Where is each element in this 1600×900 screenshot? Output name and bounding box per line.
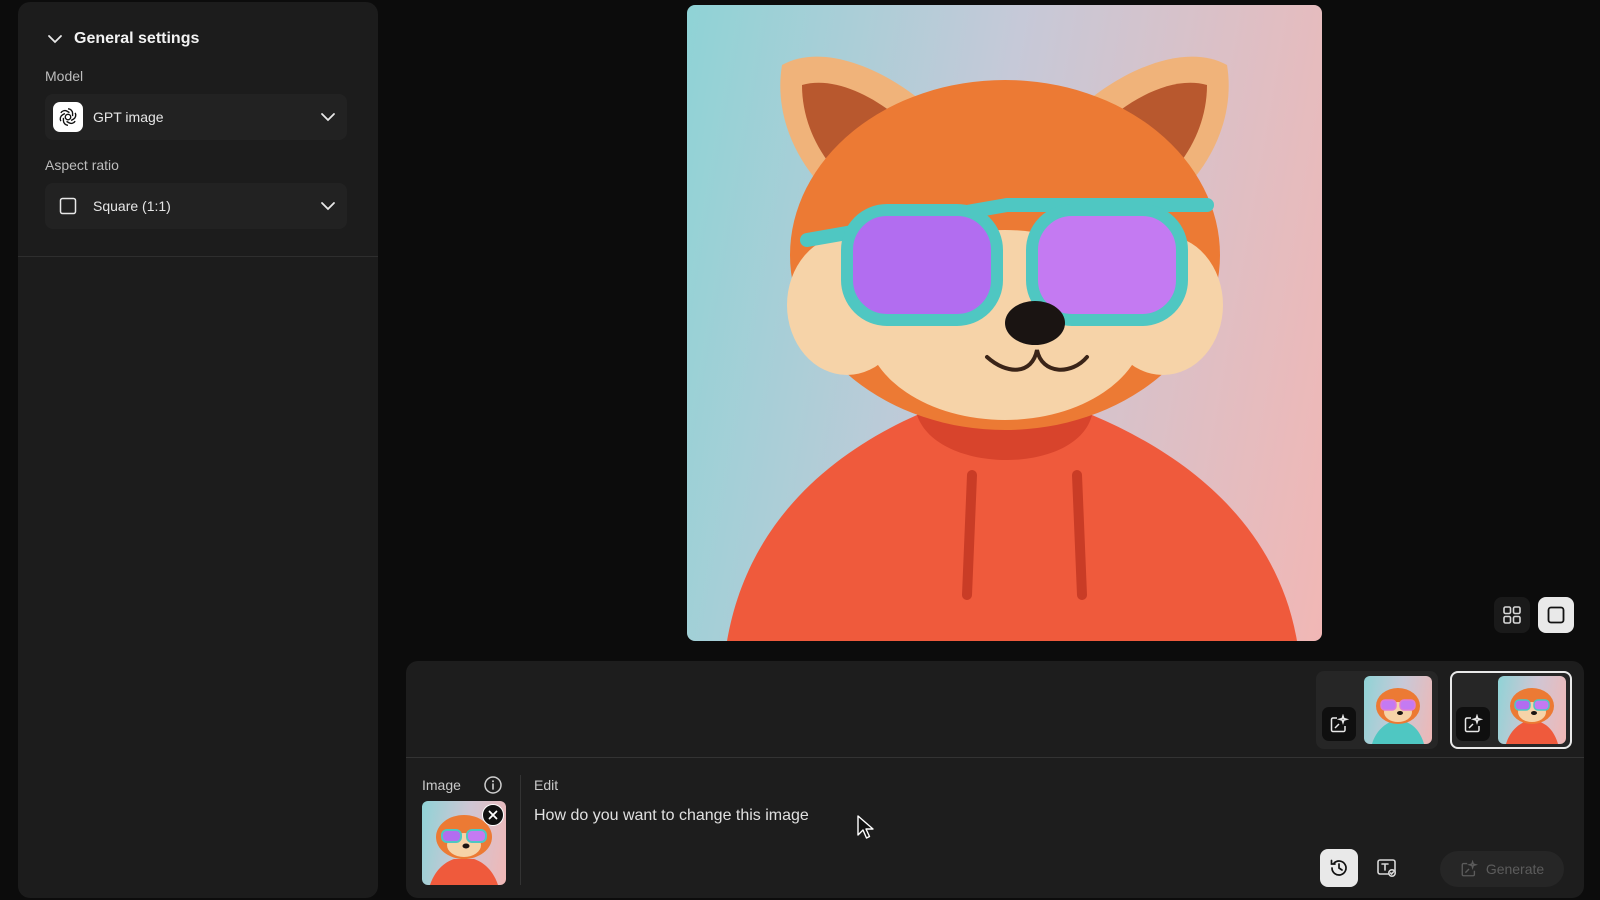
history-item — [1316, 671, 1438, 749]
generate-button[interactable]: Generate — [1440, 851, 1564, 887]
app-root: General settings Model GPT image Aspect … — [0, 0, 1600, 900]
generate-label: Generate — [1485, 861, 1545, 877]
settings-sidebar: General settings Model GPT image Aspect … — [18, 2, 378, 898]
text-style-icon — [1377, 859, 1397, 878]
openai-logo-icon — [53, 102, 83, 132]
sidebar-divider — [18, 256, 378, 257]
edit-image-button[interactable] — [1456, 707, 1490, 741]
model-value: GPT image — [93, 109, 164, 125]
close-icon — [488, 810, 498, 820]
info-icon[interactable] — [483, 775, 503, 795]
single-view-icon — [1547, 606, 1565, 624]
aspect-ratio-value: Square (1:1) — [93, 198, 171, 214]
edit-image-icon — [1461, 860, 1478, 877]
generated-image[interactable] — [687, 5, 1322, 641]
history-thumbnail[interactable] — [1498, 676, 1566, 744]
grid-view-button[interactable] — [1494, 597, 1530, 633]
aspect-ratio-select[interactable]: Square (1:1) — [45, 183, 347, 229]
single-view-button[interactable] — [1538, 597, 1574, 633]
aspect-ratio-label: Aspect ratio — [45, 157, 119, 173]
history-item-selected — [1450, 671, 1572, 749]
edit-image-button[interactable] — [1322, 707, 1356, 741]
chevron-down-icon — [321, 202, 335, 211]
remove-reference-button[interactable] — [482, 804, 504, 826]
vertical-separator — [520, 775, 521, 885]
chevron-down-icon — [321, 113, 335, 122]
general-settings-title: General settings — [74, 30, 200, 47]
generation-history-strip — [1316, 671, 1572, 749]
edit-prompt-input[interactable] — [534, 803, 1234, 829]
prompt-panel: Image Edit Generate — [406, 661, 1584, 898]
model-label: Model — [45, 68, 84, 84]
chevron-down-icon — [48, 35, 62, 44]
history-button[interactable] — [1320, 849, 1358, 887]
panel-divider — [406, 757, 1584, 758]
grid-icon — [1503, 606, 1521, 624]
image-label: Image — [422, 777, 461, 793]
history-thumbnail[interactable] — [1364, 676, 1432, 744]
model-select[interactable]: GPT image — [45, 94, 347, 140]
history-icon — [1330, 859, 1347, 876]
red-panda-illustration — [727, 56, 1297, 641]
edit-image-icon — [1464, 714, 1483, 733]
mouse-pointer-icon — [857, 815, 874, 839]
edit-label: Edit — [534, 777, 559, 793]
square-icon — [53, 191, 83, 221]
text-style-button[interactable] — [1368, 849, 1406, 887]
edit-image-icon — [1330, 714, 1349, 733]
general-settings-toggle[interactable]: General settings — [46, 30, 199, 48]
